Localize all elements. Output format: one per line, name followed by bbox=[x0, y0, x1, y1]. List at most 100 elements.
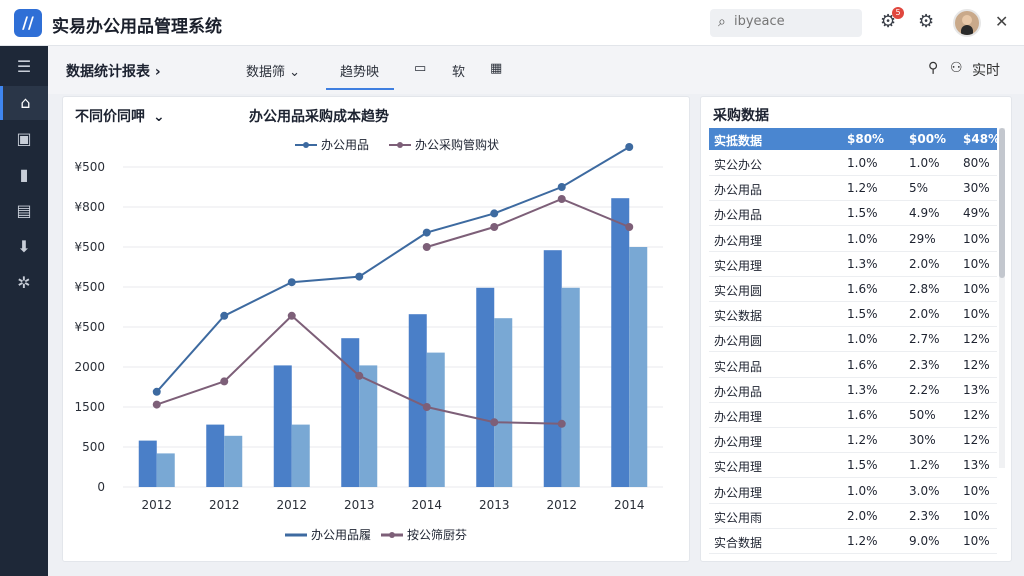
bar bbox=[561, 287, 580, 487]
table-cell: 1.3% bbox=[847, 382, 878, 397]
realtime-label[interactable]: 实时 bbox=[972, 60, 1000, 80]
header-cell[interactable]: $48% bbox=[963, 132, 1000, 146]
table-row[interactable]: 实公用圆 1.6% 2.8% 10% bbox=[709, 278, 997, 302]
table-cell: 30% bbox=[963, 181, 990, 196]
table-cell: 1.0% bbox=[847, 231, 878, 246]
data-panel: 采购数据 实抵数据 $80% $00% $48% 实公办公 1.0% 1.0% 80%… bbox=[700, 96, 1012, 562]
table-cell: 办公用圆 bbox=[714, 334, 763, 349]
sidebar-gear-icon[interactable]: ✲ bbox=[0, 266, 48, 300]
line-point bbox=[152, 400, 161, 409]
breadcrumb[interactable]: 数据统计报表 › bbox=[66, 61, 161, 81]
table-icon[interactable]: ▦ bbox=[490, 61, 502, 76]
app-title: 实易办公用品管理系统 bbox=[52, 17, 222, 37]
table-cell: 1.2% bbox=[847, 534, 878, 548]
x-tick-label: 2012 bbox=[276, 498, 307, 512]
table-cell: 12% bbox=[963, 433, 990, 448]
sidebar-report-icon[interactable]: ▤ bbox=[0, 194, 48, 228]
legend-marker bbox=[397, 142, 403, 148]
table-row[interactable]: 办公用品 1.3% 2.2% 13% bbox=[709, 379, 997, 403]
table-cell: 5% bbox=[909, 181, 929, 196]
table-cell: 1.5% bbox=[847, 307, 878, 322]
y-tick-label: ¥800 bbox=[74, 200, 105, 214]
table-row[interactable]: 实公办公 1.0% 1.0% 80% bbox=[709, 152, 997, 176]
table-row[interactable]: 办公用理 1.6% 50% 12% bbox=[709, 404, 997, 428]
table-cell: 10% bbox=[963, 483, 990, 498]
settings-icon[interactable]: ⚙ bbox=[918, 11, 934, 32]
table-cell: 实公用理 bbox=[714, 258, 763, 273]
sidebar-chart-icon[interactable]: ▮ bbox=[0, 158, 48, 192]
header-cell[interactable]: $80% bbox=[847, 132, 884, 146]
tab-data-filter[interactable]: 数据筛 ⌄ bbox=[246, 61, 300, 80]
table-cell: 10% bbox=[963, 256, 990, 271]
table-cell: 10% bbox=[963, 231, 990, 246]
bar bbox=[611, 198, 630, 487]
table-cell: 2.0% bbox=[847, 508, 878, 523]
table-cell: 30% bbox=[909, 433, 936, 448]
bar bbox=[138, 440, 157, 487]
line-point bbox=[422, 243, 431, 251]
table-cell: 实公用雨 bbox=[714, 510, 763, 525]
avatar[interactable] bbox=[953, 9, 981, 37]
bar bbox=[224, 435, 243, 487]
bar bbox=[291, 424, 310, 487]
tab-trend[interactable]: 趋势映 bbox=[340, 61, 379, 80]
table-row[interactable]: 办公用理 1.0% 29% 10% bbox=[709, 228, 997, 252]
header-cell[interactable]: 实抵数据 bbox=[714, 132, 762, 149]
line-point bbox=[557, 183, 566, 191]
table-row[interactable]: 实公用理 1.5% 1.2% 13% bbox=[709, 454, 997, 479]
table-cell: 2.3% bbox=[909, 357, 940, 372]
sidebar-download-icon[interactable]: ⬇ bbox=[0, 230, 48, 264]
table-cell: 办公用理 bbox=[714, 485, 763, 500]
table-cell: 办公用理 bbox=[714, 410, 763, 424]
line-point bbox=[220, 377, 229, 386]
tab-soft[interactable]: 软 bbox=[452, 61, 465, 80]
search-input[interactable] bbox=[734, 14, 854, 29]
sidebar-home-icon[interactable]: ⌂ bbox=[0, 86, 48, 120]
search-box[interactable]: ⌕ bbox=[710, 9, 862, 37]
x-tick-label: 2012 bbox=[209, 498, 240, 512]
table-cell: 2.8% bbox=[909, 282, 940, 296]
table-row[interactable]: 实公数据 1.5% 2.0% 10% bbox=[709, 303, 997, 328]
legend-label: 办公用品履 bbox=[311, 527, 371, 542]
header-cell[interactable]: $00% bbox=[909, 132, 946, 146]
x-tick-label: 2012 bbox=[546, 498, 577, 512]
y-tick-label: ¥500 bbox=[74, 240, 105, 254]
table-cell: 实合数据 bbox=[714, 536, 763, 550]
scrollbar-thumb[interactable] bbox=[999, 128, 1005, 278]
table-cell: 50% bbox=[909, 408, 936, 422]
table-cell: 实公用品 bbox=[714, 359, 763, 374]
pin-icon[interactable]: ⚲ bbox=[928, 60, 938, 76]
chart-filter-dropdown[interactable]: 不同价同呷 ⌄ bbox=[75, 109, 165, 125]
table-cell: 12% bbox=[963, 332, 990, 347]
table-cell: 12% bbox=[963, 408, 990, 422]
table-cell: 12% bbox=[963, 357, 990, 372]
table-row[interactable]: 办公用圆 1.0% 2.7% 12% bbox=[709, 328, 997, 353]
table-cell: 1.2% bbox=[847, 181, 878, 196]
table-row[interactable]: 办公用品 1.2% 5% 30% bbox=[709, 177, 997, 202]
bar bbox=[543, 250, 562, 487]
table-row[interactable]: 实公用雨 2.0% 2.3% 10% bbox=[709, 505, 997, 529]
table-row[interactable]: 办公用理 1.0% 3.0% 10% bbox=[709, 480, 997, 504]
table-cell: 29% bbox=[909, 231, 936, 246]
table-cell: 9.0% bbox=[909, 534, 940, 548]
comment-icon[interactable]: ▭ bbox=[414, 61, 426, 76]
table-cell: 1.0% bbox=[847, 332, 878, 347]
close-icon[interactable]: ✕ bbox=[995, 12, 1008, 31]
line-point bbox=[422, 403, 431, 411]
line-point bbox=[490, 223, 499, 231]
table-row[interactable]: 实公用品 1.6% 2.3% 12% bbox=[709, 354, 997, 378]
user-icon[interactable]: ⚇ bbox=[950, 60, 963, 76]
table-row[interactable]: 办公用理 1.2% 30% 12% bbox=[709, 429, 997, 454]
table-row[interactable]: 实公用理 1.3% 2.0% 10% bbox=[709, 253, 997, 277]
table-cell: 10% bbox=[963, 307, 990, 322]
table-cell: 1.5% bbox=[847, 458, 878, 473]
table-cell: 1.0% bbox=[847, 483, 878, 498]
logo-icon[interactable]: // bbox=[14, 9, 42, 37]
table-cell: 4.9% bbox=[909, 206, 940, 221]
sidebar-save-icon[interactable]: ▣ bbox=[0, 122, 48, 156]
table-row[interactable]: 办公用品 1.5% 4.9% 49% bbox=[709, 202, 997, 227]
legend-label: 办公采购管购状 bbox=[415, 137, 499, 152]
sidebar-menu-icon[interactable]: ☰ bbox=[0, 50, 48, 84]
bar bbox=[426, 352, 445, 487]
table-row[interactable]: 实合数据 1.2% 9.0% 10% bbox=[709, 530, 997, 554]
